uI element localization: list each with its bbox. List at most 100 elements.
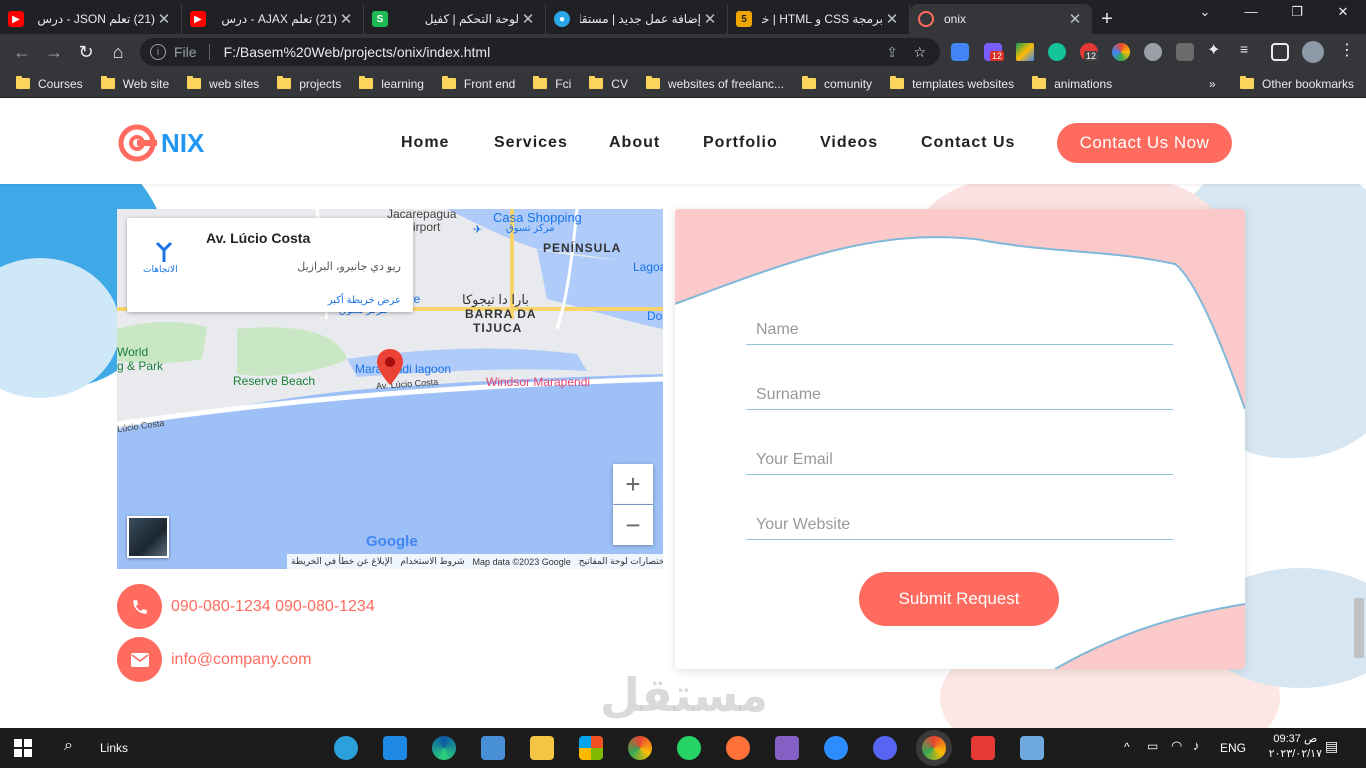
bookmark-folder[interactable]: Fci [533,76,571,91]
tab-ajax-lesson[interactable]: ▶ (21) تعلم AJAX - درس ✕ [182,4,364,34]
media-controls-icon[interactable]: ≡ [1240,41,1258,59]
clock[interactable]: 09:37 ص ٢٠٢٣/٠٢/١٧ [1269,732,1322,762]
report-error-link[interactable]: الإبلاغ عن خطأ في الخريطة [291,556,392,567]
new-tab-button[interactable]: + [1092,4,1122,34]
wifi-icon[interactable]: ◠ [1171,738,1182,754]
zoom-out-button[interactable]: − [613,505,653,545]
directions-icon[interactable] [153,240,175,262]
volume-icon[interactable]: ♪ [1193,738,1200,753]
whatsapp-icon[interactable] [677,736,701,760]
forward-icon[interactable]: → [38,36,70,68]
bookmark-folder[interactable]: templates websites [890,76,1014,91]
notifications-icon[interactable]: ▤ [1325,738,1338,755]
other-bookmarks[interactable]: Other bookmarks [1240,76,1354,91]
menu-kebab-icon[interactable]: ⋮ [1338,40,1356,59]
email-input[interactable] [746,435,1173,475]
close-tab-icon[interactable]: ✕ [519,10,537,28]
telegram-icon[interactable] [334,736,358,760]
info-icon[interactable]: i [150,44,166,60]
grammarly-icon[interactable] [1048,43,1066,61]
zoom-in-button[interactable]: + [613,464,653,504]
close-tab-icon[interactable]: ✕ [155,10,173,28]
windows-start-icon[interactable] [14,739,32,757]
nav-services[interactable]: Services [494,134,568,152]
tab-html-css[interactable]: 5 برمجة CSS و HTML | خم ✕ [728,4,910,34]
google-drive-icon[interactable] [1016,43,1034,61]
zoom-icon[interactable] [824,736,848,760]
bookmark-folder[interactable]: learning [359,76,424,91]
back-icon[interactable]: ← [6,36,38,68]
mail-icon[interactable] [481,736,505,760]
nav-about[interactable]: About [609,134,660,152]
store-icon[interactable] [579,736,603,760]
url-text[interactable]: F:/Basem%20Web/projects/onix/index.html [224,44,491,60]
bookmark-star-icon[interactable]: ☆ [913,44,926,61]
extension-icon[interactable]: 12 [984,43,1005,61]
nav-contact-us[interactable]: Contact Us [921,134,1015,152]
notes-app-icon[interactable] [1020,736,1044,760]
contact-us-now-button[interactable]: Contact Us Now [1057,123,1232,163]
language-indicator[interactable]: ENG [1220,741,1246,755]
extension-q-icon[interactable] [1144,43,1162,61]
google-map[interactable]: Jacarepagua irport ✈ Casa Shopping مركز … [117,209,663,569]
website-input[interactable] [746,500,1173,540]
bookmark-folder[interactable]: projects [277,76,341,91]
tab-kafeel[interactable]: S لوحة التحكم | كفيل ✕ [364,4,546,34]
bookmark-folder[interactable]: animations [1032,76,1112,91]
discord-icon[interactable] [873,736,897,760]
close-tab-icon[interactable]: ✕ [337,10,355,28]
puzzle-extensions-icon[interactable]: ✦ [1207,40,1225,59]
chrome-icon[interactable] [628,736,652,760]
home-icon[interactable]: ⌂ [102,36,134,68]
profile-avatar[interactable] [1302,41,1324,63]
bookmark-folder[interactable]: comunity [802,76,872,91]
phone-numbers[interactable]: 090-080-1234 090-080-1234 [171,598,375,616]
satellite-toggle[interactable] [127,516,169,558]
search-icon[interactable]: ⌕ [64,737,73,755]
map-pin-icon[interactable] [377,349,403,385]
taskbar-links-label[interactable]: Links [100,741,128,755]
file-explorer-icon[interactable] [530,736,554,760]
bookmarks-overflow-button[interactable]: » [1209,77,1216,91]
battery-icon[interactable]: ▭ [1147,739,1158,753]
keyboard-shortcuts-link[interactable]: اختصارات لوحة المفاتيح [579,556,663,567]
email-address[interactable]: info@company.com [171,651,311,669]
close-window-button[interactable]: ✕ [1320,4,1366,20]
site-logo[interactable]: NIX [117,122,204,164]
view-larger-map-link[interactable]: عرض خريطة أكبر [328,295,401,306]
color-picker-icon[interactable] [1112,43,1130,61]
visual-studio-icon[interactable] [775,736,799,760]
bookmark-folder[interactable]: Front end [441,76,515,91]
notification-extension-icon[interactable]: 12 [1080,43,1099,61]
bookmark-folder[interactable]: CV [589,76,628,91]
share-icon[interactable]: ⇪ [886,44,898,61]
restore-button[interactable]: ❐ [1274,4,1320,20]
bookmark-folder[interactable]: web sites [187,76,259,91]
name-input[interactable] [746,305,1173,345]
nav-home[interactable]: Home [401,134,449,152]
directions-label[interactable]: الاتجاهات [143,264,178,275]
edge-icon[interactable] [432,736,456,760]
translate-extension-icon[interactable] [951,43,969,61]
close-tab-icon[interactable]: ✕ [883,10,901,28]
side-panel-icon[interactable] [1271,43,1289,61]
page-scrollbar[interactable] [1354,598,1364,658]
tray-chevron-icon[interactable]: ^ [1124,740,1130,754]
minimize-button[interactable]: — [1228,4,1274,19]
bookmark-folder[interactable]: Web site [100,76,169,91]
surname-input[interactable] [746,370,1173,410]
terms-link[interactable]: شروط الاستخدام [400,556,464,567]
nav-videos[interactable]: Videos [820,134,878,152]
firefox-icon[interactable] [726,736,750,760]
close-tab-icon[interactable]: ✕ [701,10,719,28]
nav-portfolio[interactable]: Portfolio [703,134,778,152]
yb-app-icon[interactable] [971,736,995,760]
tab-search-icon[interactable]: ⌄ [1182,4,1228,20]
bookmark-folder[interactable]: websites of freelanc... [645,76,784,91]
font-extension-icon[interactable] [1176,43,1194,61]
address-bar[interactable]: i File F:/Basem%20Web/projects/onix/inde… [140,38,940,66]
tab-mostaql[interactable]: ● إضافة عمل جديد | مستقل ✕ [546,4,728,34]
tab-onix[interactable]: onix ✕ [910,4,1092,34]
bookmark-folder[interactable]: Courses [16,76,83,91]
close-tab-icon[interactable]: ✕ [1066,10,1084,28]
